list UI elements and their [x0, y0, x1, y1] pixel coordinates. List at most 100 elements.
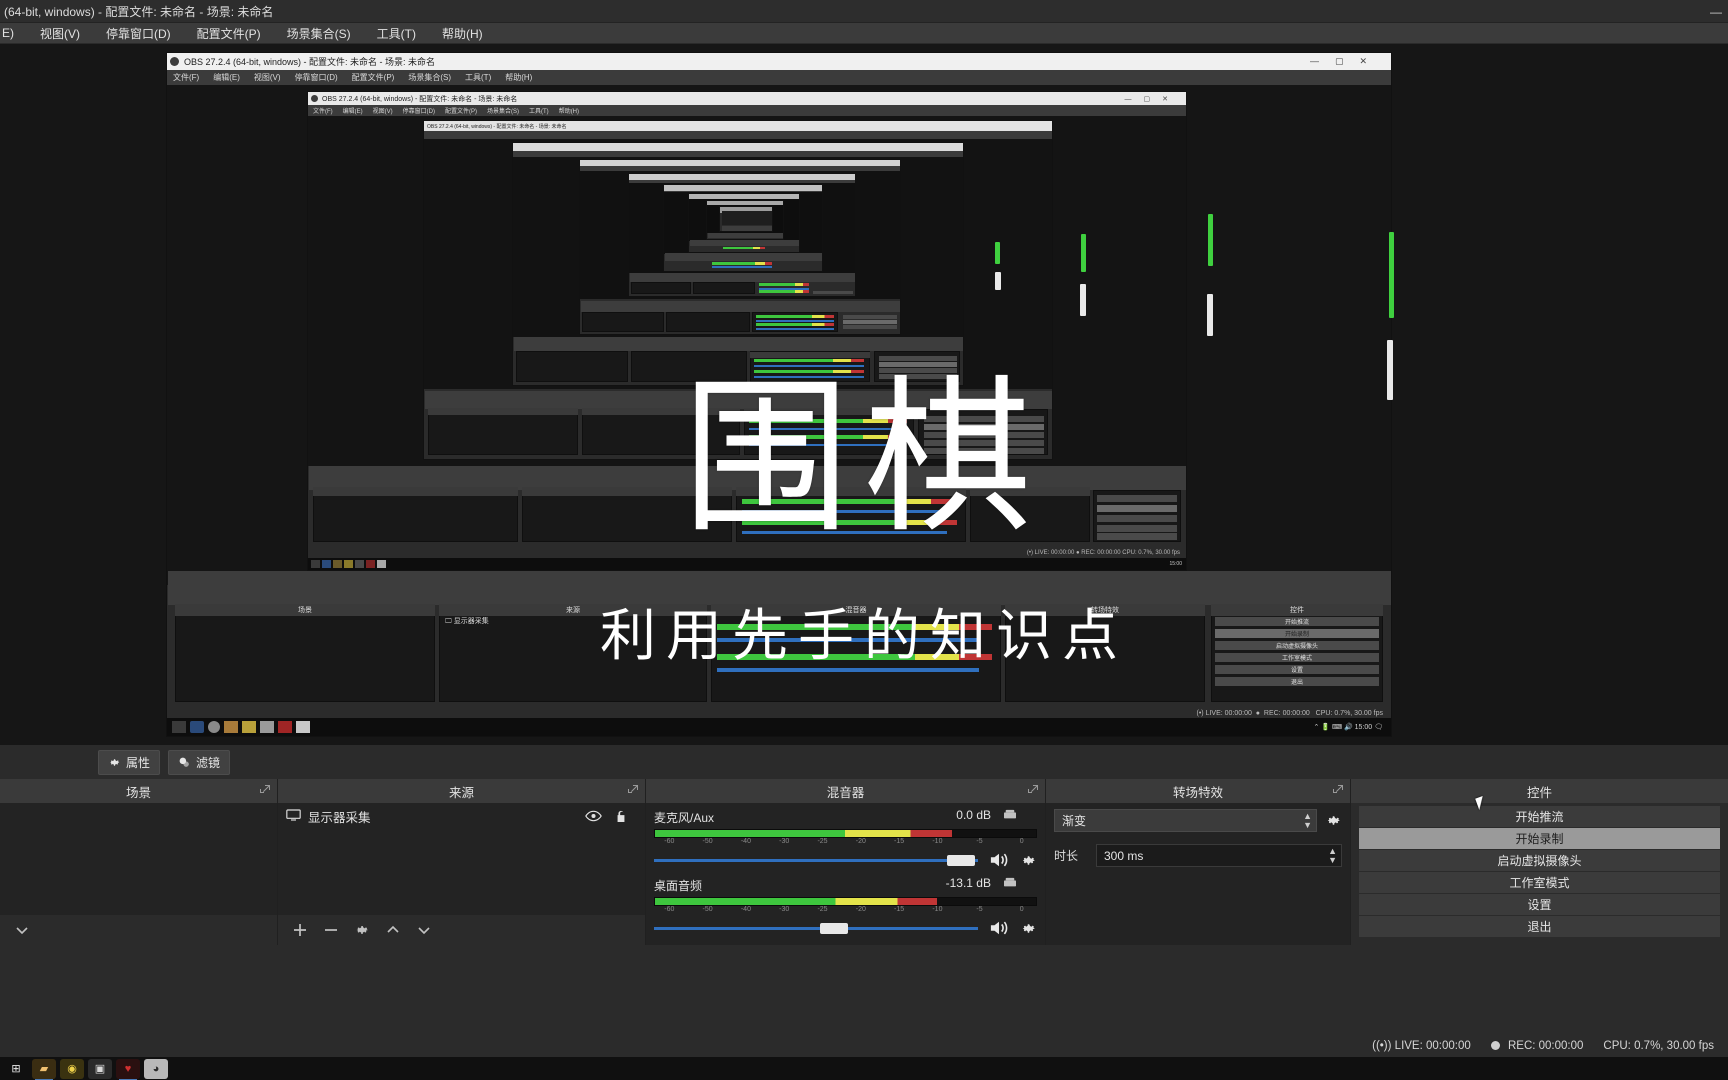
- mixer-panel: 混音器 麦克风/Aux 0.0 dB -60 -50 -40 -30 -25 -…: [646, 779, 1046, 945]
- audio-meter-bar: [1387, 340, 1393, 400]
- start-button[interactable]: ⊞: [4, 1059, 28, 1079]
- exit-button[interactable]: 退出: [1359, 916, 1720, 937]
- transition-value: 渐变: [1062, 814, 1087, 828]
- menu-item-scene-collection[interactable]: 场景集合(S): [287, 25, 351, 42]
- taskbar-app-heart[interactable]: ♥: [116, 1058, 140, 1080]
- live-status: ((•)) LIVE: 00:00:00: [1372, 1040, 1471, 1052]
- transition-select[interactable]: 渐变 ▲ ▼: [1054, 809, 1317, 832]
- spinner-icon[interactable]: ▲ ▼: [1328, 846, 1337, 865]
- statusbar: ((•)) LIVE: 00:00:00 REC: 00:00:00 CPU: …: [0, 1035, 1728, 1057]
- popout-icon[interactable]: [1332, 784, 1344, 796]
- transitions-title: 转场特效: [1172, 785, 1223, 800]
- dock-area: 属性 滤镜 场景 来源 显示器采集 混音器 麦克风/Aux 0.0 dB -60…: [0, 745, 1728, 1035]
- taskbar-app-folder[interactable]: ▰: [32, 1058, 56, 1080]
- scenes-title: 场景: [125, 785, 151, 800]
- speaker-icon[interactable]: [988, 919, 1010, 937]
- preview-canvas[interactable]: OBS 27.2.4 (64-bit, windows) - 配置文件: 未命名…: [0, 44, 1728, 745]
- nested-menu-item[interactable]: 场景集合(S): [408, 72, 451, 83]
- list-item[interactable]: 显示器采集: [278, 803, 645, 829]
- gear-icon[interactable]: [1020, 920, 1037, 937]
- window-title: (64-bit, windows) - 配置文件: 未命名 - 场景: 未命名: [4, 4, 274, 19]
- taskbar-app-obs[interactable]: ◕: [144, 1058, 168, 1079]
- monitor-icon: [286, 808, 301, 825]
- audio-settings-icon[interactable]: [1003, 808, 1017, 820]
- filter-icon: [178, 756, 191, 769]
- start-streaming-button[interactable]: 开始推流: [1359, 806, 1720, 827]
- rec-status: REC: 00:00:00: [1490, 1040, 1583, 1052]
- nested-menu-item[interactable]: 文件(F): [173, 72, 199, 83]
- nested-menu-item[interactable]: 编辑(E): [213, 72, 240, 83]
- window-buttons: —: [1710, 0, 1722, 23]
- menu-item-view[interactable]: 视图(V): [40, 25, 80, 42]
- transitions-panel: 转场特效 渐变 ▲ ▼ 时长 300 ms ▲ ▼: [1046, 779, 1351, 945]
- dock-panels: 场景 来源 显示器采集 混音器 麦克风/Aux 0.0 dB -60 -50 -…: [0, 779, 1728, 945]
- nested-obs-window-8: [688, 193, 800, 253]
- plus-icon[interactable]: [292, 922, 308, 938]
- audio-meter-bar: [1080, 284, 1086, 316]
- speaker-icon[interactable]: [988, 851, 1010, 869]
- filters-button[interactable]: 滤镜: [168, 749, 231, 775]
- nested-window-title: OBS 27.2.4 (64-bit, windows) - 配置文件: 未命名…: [184, 57, 436, 67]
- menu-item-tools[interactable]: 工具(T): [377, 25, 416, 42]
- nested-menu-item[interactable]: 工具(T): [465, 72, 491, 83]
- nested-menu-item[interactable]: 帮助(H): [505, 72, 532, 83]
- sources-panel: 来源 显示器采集: [278, 779, 646, 945]
- nested-statusbar: (•) LIVE: 00:00:00 ● REC: 00:00:00 CPU: …: [1196, 710, 1383, 717]
- duration-value: 300 ms: [1104, 848, 1144, 863]
- chevron-up-icon[interactable]: [385, 922, 401, 938]
- nested-menu-item[interactable]: 配置文件(P): [352, 72, 395, 83]
- chevron-down-icon[interactable]: [416, 922, 432, 938]
- chevron-down-icon[interactable]: [14, 922, 30, 938]
- start-virtual-camera-button[interactable]: 启动虚拟摄像头: [1359, 850, 1720, 871]
- transitions-header: 转场特效: [1046, 779, 1350, 803]
- nested-obs-window-9: [706, 200, 784, 240]
- controls-title: 控件: [1526, 785, 1552, 800]
- minus-icon[interactable]: [323, 922, 339, 938]
- filters-label: 滤镜: [196, 755, 221, 770]
- taskbar-app-browser[interactable]: ◉: [60, 1058, 84, 1079]
- nested-obs-window-3: OBS 27.2.4 (64-bit, windows) - 配置文件: 未命名…: [423, 120, 1053, 460]
- properties-button[interactable]: 属性: [98, 749, 161, 775]
- gear-icon[interactable]: [1020, 852, 1037, 869]
- taskbar-app-camera[interactable]: ▣: [88, 1058, 112, 1079]
- duration-input[interactable]: 300 ms ▲ ▼: [1096, 844, 1342, 867]
- transitions-body: 渐变 ▲ ▼ 时长 300 ms ▲ ▼: [1046, 803, 1350, 945]
- menubar: E) 视图(V) 停靠窗口(D) 配置文件(P) 场景集合(S) 工具(T) 帮…: [0, 23, 1728, 44]
- audio-meter-bar: [1081, 234, 1086, 272]
- start-recording-button[interactable]: 开始录制: [1359, 828, 1720, 849]
- menu-item-docks[interactable]: 停靠窗口(D): [106, 25, 171, 42]
- spinner-icon[interactable]: ▲ ▼: [1303, 811, 1312, 830]
- taskbar: ⊞ ▰ ◉ ▣ ♥ ◕: [0, 1057, 1728, 1080]
- nested-obs-window-6: [628, 173, 856, 297]
- duration-label: 时长: [1054, 849, 1079, 863]
- nested-scenes-panel: [175, 605, 435, 702]
- nested-menu-item[interactable]: 停靠窗口(D): [295, 72, 338, 83]
- minimize-button[interactable]: —: [1710, 5, 1722, 19]
- level-meter: [654, 829, 1037, 838]
- nested-taskbar: ⌃ 🔋 ⌨ 🔊 15:00 🗨: [167, 718, 1391, 736]
- settings-button[interactable]: 设置: [1359, 894, 1720, 915]
- eye-icon[interactable]: [585, 810, 602, 823]
- volume-slider[interactable]: [654, 853, 978, 867]
- popout-icon[interactable]: [259, 784, 271, 796]
- nested-obs-window-5: [579, 159, 901, 335]
- gear-icon[interactable]: [1325, 812, 1342, 829]
- mixer-tracks[interactable]: 麦克风/Aux 0.0 dB -60 -50 -40 -30 -25 -20 -15 -1…: [646, 803, 1045, 945]
- menu-item-file[interactable]: E): [2, 26, 14, 40]
- lock-icon[interactable]: [615, 809, 627, 823]
- popout-icon[interactable]: [1027, 784, 1039, 796]
- gear-icon[interactable]: [354, 922, 370, 938]
- audio-settings-icon[interactable]: [1003, 876, 1017, 888]
- transition-row: 渐变 ▲ ▼: [1046, 803, 1350, 838]
- volume-slider[interactable]: [654, 921, 978, 935]
- nested-menu-item[interactable]: 视图(V): [254, 72, 281, 83]
- scenes-footer: [0, 915, 277, 945]
- popout-icon[interactable]: [627, 784, 639, 796]
- menu-item-profile[interactable]: 配置文件(P): [197, 25, 261, 42]
- cpu-status: CPU: 0.7%, 30.00 fps: [1603, 1040, 1714, 1052]
- source-name: 显示器采集: [308, 810, 371, 825]
- track-db: 0.0 dB: [956, 808, 991, 822]
- mixer-track: 桌面音频 -13.1 dB -60 -50 -40 -30 -25 -20 -15 -10…: [646, 871, 1045, 939]
- menu-item-help[interactable]: 帮助(H): [442, 25, 483, 42]
- studio-mode-button[interactable]: 工作室模式: [1359, 872, 1720, 893]
